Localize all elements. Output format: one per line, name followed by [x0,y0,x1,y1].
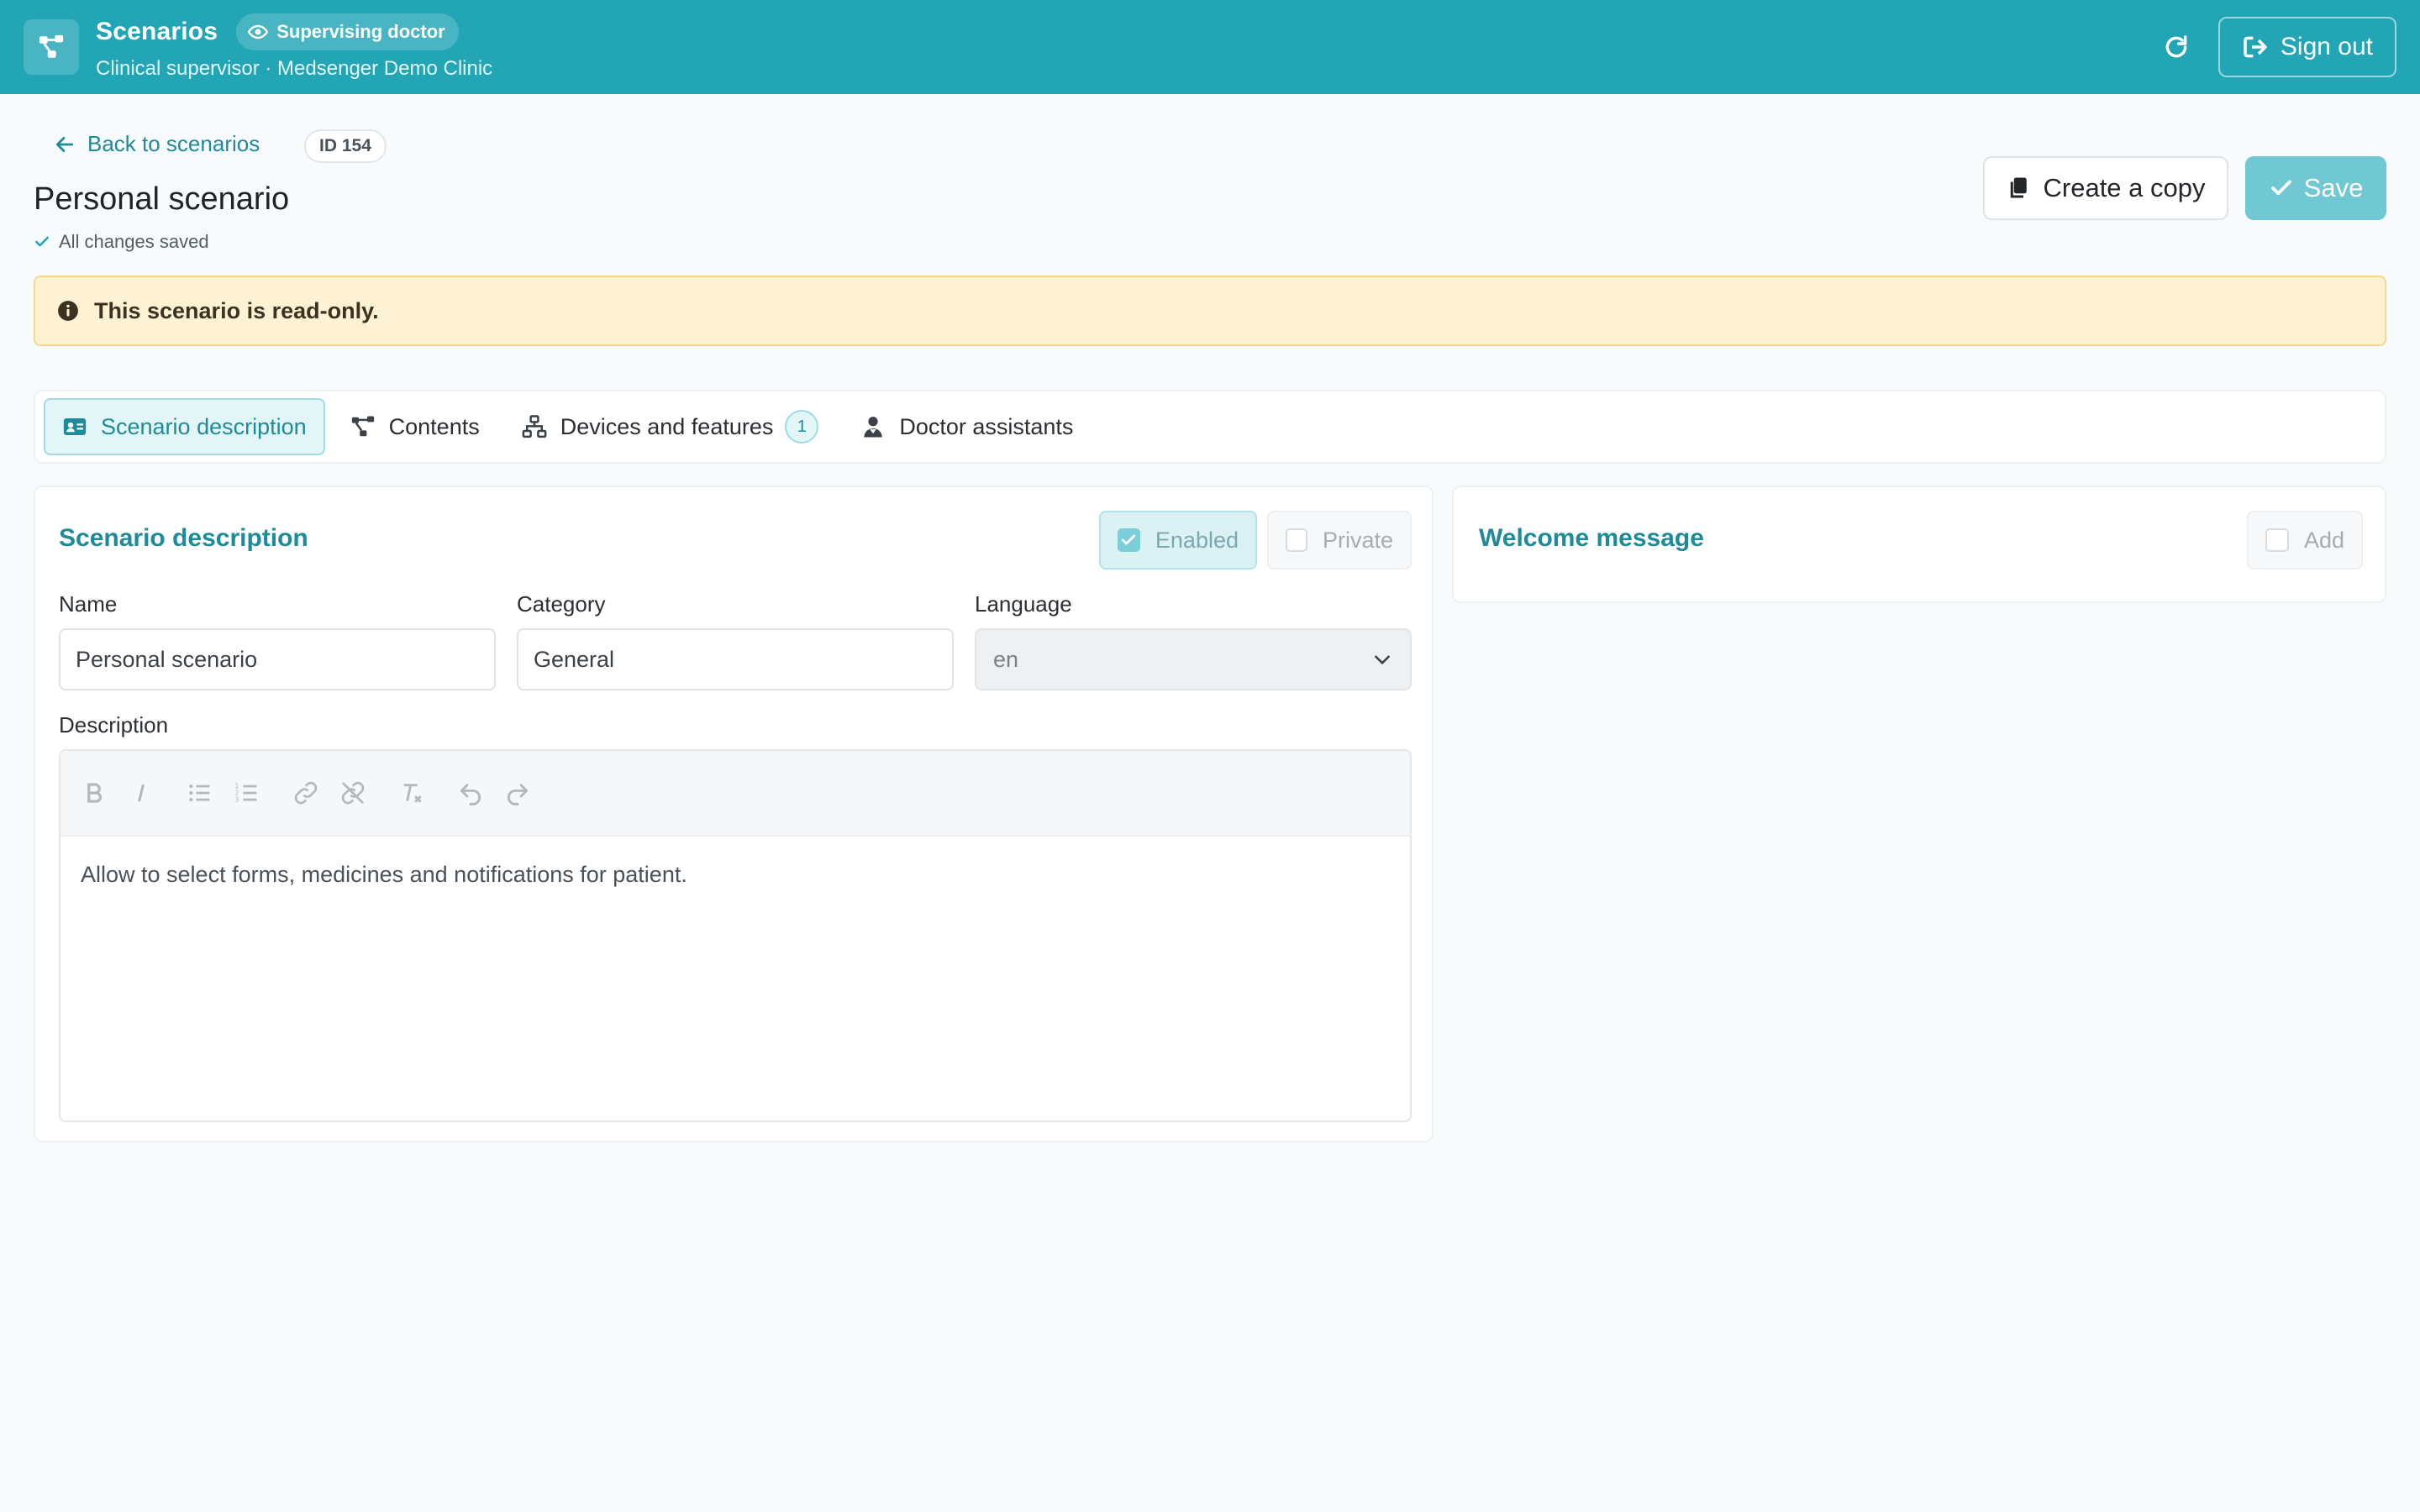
enabled-checkbox[interactable]: Enabled [1099,511,1257,570]
check-icon [35,236,49,247]
private-label: Private [1322,527,1393,553]
page-title: Personal scenario [34,181,290,217]
scenario-graph-logo-icon[interactable] [24,19,79,75]
description-text[interactable]: Allow to select forms, medicines and not… [60,837,1410,913]
create-copy-button[interactable]: Create a copy [1983,156,2228,220]
chevron-down-icon [1375,655,1390,664]
category-label: Category [517,591,606,617]
doctor-icon [864,417,882,438]
app-title: Scenarios [96,18,218,45]
save-label: Save [2303,173,2364,202]
create-copy-label: Create a copy [2043,173,2206,202]
role-badge: Supervising doctor [236,13,459,50]
sign-out-icon [2244,36,2267,58]
checkbox-checked-icon [1118,528,1140,552]
unlink-icon[interactable] [329,769,376,816]
sign-out-label: Sign out [2280,33,2373,60]
id-card-icon [63,418,87,435]
editor-toolbar: 123 [60,751,1410,837]
welcome-message-card: Welcome message Add [1452,486,2386,603]
card-title: Scenario description [59,524,308,552]
alert-text: This scenario is read-only. [94,297,379,323]
check-icon [2270,180,2291,196]
name-label: Name [59,591,118,617]
redo-icon[interactable] [494,769,541,816]
tab-bar: Scenario description Contents Devices an… [34,390,2386,464]
tab-doctor-assistants[interactable]: Doctor assistants [844,398,1090,455]
network-icon [522,415,547,438]
refresh-button[interactable] [2153,24,2200,71]
back-link-label: Back to scenarios [87,131,260,156]
language-label: Language [975,591,1072,617]
top-bar: Scenarios Supervising doctor Clinical su… [0,0,2420,94]
tab-contents[interactable]: Contents [334,398,497,455]
description-editor[interactable]: 123 Allow to select forms, medicines and… [59,749,1412,1122]
link-icon[interactable] [282,769,329,816]
save-button[interactable]: Save [2245,156,2386,220]
devices-count-badge: 1 [785,410,819,444]
language-value: en [993,646,1019,672]
undo-icon[interactable] [447,769,494,816]
bullet-list-icon[interactable] [176,769,224,816]
role-badge-label: Supervising doctor [276,21,445,42]
name-input[interactable] [59,628,496,690]
eye-icon [248,24,269,39]
numbered-list-icon[interactable]: 123 [224,769,271,816]
private-checkbox[interactable]: Private [1267,511,1412,570]
enabled-label: Enabled [1155,527,1239,553]
italic-icon[interactable] [118,769,165,816]
sign-out-button[interactable]: Sign out [2217,17,2396,77]
tab-label: Devices and features [560,413,774,439]
checkbox-unchecked-icon [2265,528,2289,552]
add-label: Add [2303,527,2344,553]
tab-label: Contents [388,413,480,439]
read-only-alert: This scenario is read-only. [34,276,2386,346]
tab-scenario-description[interactable]: Scenario description [44,398,325,455]
welcome-message-title: Welcome message [1479,524,1704,552]
save-status: All changes saved [34,231,209,253]
app-subtitle: Clinical supervisor · Medsenger Demo Cli… [96,57,493,80]
scenario-description-card: Scenario description Enabled Private Nam… [34,486,1434,1142]
bold-icon[interactable] [71,769,118,816]
copy-icon [2010,177,2027,198]
tab-label: Doctor assistants [899,413,1074,439]
description-label: Description [59,712,169,738]
svg-text:3: 3 [234,796,239,804]
clear-format-icon[interactable] [388,769,435,816]
tab-label: Scenario description [101,413,307,439]
tab-devices-and-features[interactable]: Devices and features 1 [505,398,836,455]
graph-icon [351,416,374,437]
add-welcome-message-checkbox[interactable]: Add [2247,511,2363,570]
scenario-id-badge: ID 154 [304,129,387,163]
save-status-label: All changes saved [59,231,209,252]
back-to-scenarios-link[interactable]: Back to scenarios [54,131,260,157]
app-title-block: Scenarios Supervising doctor Clinical su… [96,13,492,81]
refresh-icon [2165,35,2187,58]
arrow-left-icon [55,136,74,152]
info-icon [58,301,78,321]
language-select[interactable]: en [975,628,1412,690]
checkbox-unchecked-icon [1286,528,1307,552]
category-input[interactable] [517,628,954,690]
